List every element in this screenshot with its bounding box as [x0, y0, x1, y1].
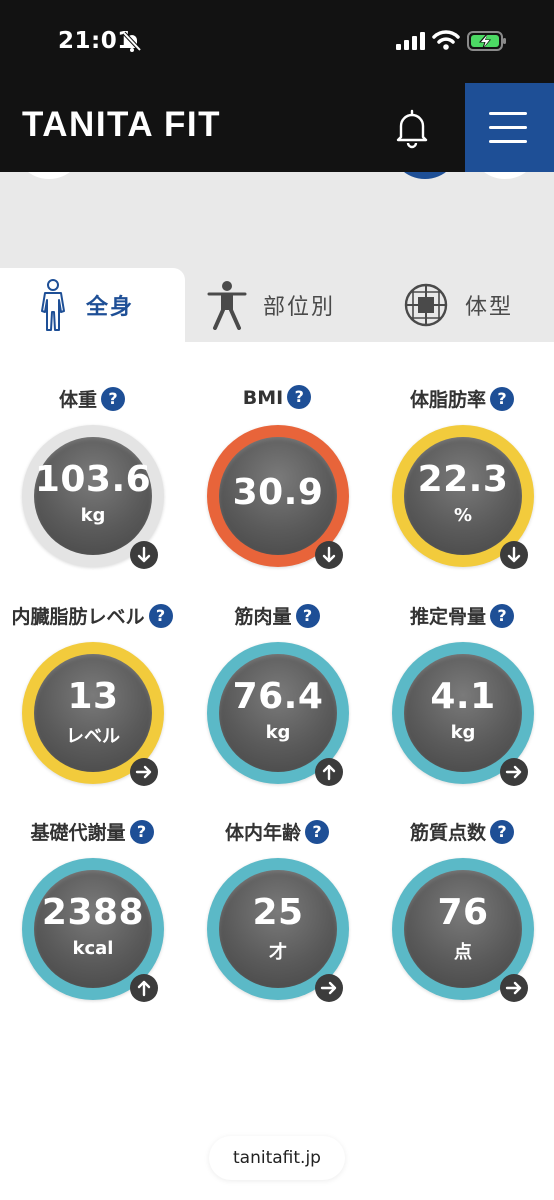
- metric-title: 筋肉量?: [185, 602, 369, 629]
- trend-right-arrow-icon: [130, 758, 158, 786]
- metric-value: 22.3: [417, 459, 509, 500]
- metric-title: 推定骨量?: [370, 602, 554, 629]
- trend-right-arrow-icon: [315, 974, 343, 1002]
- metric-card[interactable]: 基礎代謝量? 2388 kcal: [0, 818, 184, 1033]
- url-pill[interactable]: tanitafit.jp: [209, 1136, 345, 1180]
- metric-gauge-center: 4.1 kg: [404, 654, 522, 772]
- tab-body-parts[interactable]: 部位別: [207, 268, 347, 342]
- app-logo[interactable]: TANITA FIT: [22, 105, 221, 145]
- metric-unit: kg: [450, 722, 476, 743]
- metric-unit: %: [453, 505, 473, 526]
- body-type-grid-icon: [404, 283, 448, 327]
- wifi-icon: [432, 30, 460, 50]
- metric-gauge-center: 103.6 kg: [34, 437, 152, 555]
- metric-unit: kg: [265, 722, 291, 743]
- metric-title: 内臓脂肪レベル?: [0, 602, 184, 629]
- metric-card[interactable]: 筋肉量? 76.4 kg: [185, 602, 369, 817]
- metric-value: 76.4: [232, 676, 324, 717]
- metric-unit: kg: [80, 505, 106, 526]
- metric-value: 30.9: [232, 472, 324, 513]
- metric-title: BMI?: [185, 385, 369, 409]
- help-icon[interactable]: ?: [101, 387, 125, 411]
- status-bar: 21:01: [0, 0, 554, 83]
- metric-title: 体内年齢?: [185, 818, 369, 845]
- metric-card[interactable]: 体脂肪率? 22.3%: [370, 385, 554, 600]
- metric-card[interactable]: 体内年齢? 25 才: [185, 818, 369, 1033]
- help-icon[interactable]: ?: [287, 385, 312, 409]
- tab-whole-body[interactable]: 全身: [0, 268, 185, 342]
- hamburger-menu-button[interactable]: [465, 83, 554, 172]
- metric-unit: kcal: [72, 938, 114, 959]
- body-parts-icon: [207, 281, 247, 330]
- metric-title-text: 基礎代謝量: [30, 822, 126, 844]
- metric-value: 103.6: [34, 459, 152, 500]
- metric-card[interactable]: 内臓脂肪レベル? 13 レベル: [0, 602, 184, 817]
- metric-title: 筋質点数?: [370, 818, 554, 845]
- trend-right-arrow-icon: [500, 758, 528, 786]
- help-icon[interactable]: ?: [490, 387, 514, 411]
- app-header: TANITA FIT: [0, 83, 554, 172]
- metric-gauge-center: 30.9: [219, 437, 337, 555]
- metric-title: 基礎代謝量?: [0, 818, 184, 845]
- metric-title-text: 内臓脂肪レベル: [11, 606, 145, 628]
- bell-off-icon: [122, 31, 142, 52]
- metric-value: 25: [252, 892, 304, 933]
- metric-title-text: 体重: [58, 389, 97, 411]
- metric-gauge-center: 13 レベル: [34, 654, 152, 772]
- metric-gauge-center: 22.3%: [404, 437, 522, 555]
- notification-bell-icon[interactable]: [392, 107, 432, 149]
- metric-value: 13: [67, 676, 119, 717]
- metric-card[interactable]: 推定骨量? 4.1 kg: [370, 602, 554, 817]
- menu-line: [489, 112, 527, 115]
- tab-body-type[interactable]: 体型: [403, 268, 543, 342]
- cellular-signal-icon: [396, 32, 425, 50]
- trend-up-arrow-icon: [130, 974, 158, 1002]
- scrolled-button: [390, 172, 460, 179]
- tab-label: 体型: [465, 295, 514, 320]
- metric-title: 体脂肪率?: [370, 385, 554, 412]
- metric-value: 76: [437, 892, 489, 933]
- metric-title-text: 推定骨量: [409, 606, 486, 628]
- help-icon[interactable]: ?: [490, 604, 514, 628]
- help-icon[interactable]: ?: [129, 820, 154, 844]
- help-icon[interactable]: ?: [305, 820, 329, 844]
- scrolled-avatar: [14, 172, 84, 179]
- metric-title-text: 体脂肪率: [409, 389, 486, 411]
- trend-up-arrow-icon: [315, 758, 343, 786]
- metric-gauge-center: 25 才: [219, 870, 337, 988]
- metric-title-text: 筋質点数: [409, 822, 486, 844]
- metric-title: 体重?: [0, 385, 184, 412]
- whole-body-icon: [41, 279, 65, 331]
- metric-card[interactable]: 筋質点数? 76 点: [370, 818, 554, 1033]
- metric-unit: レベル: [66, 726, 120, 747]
- scrolled-button: [470, 172, 540, 179]
- metric-unit: 点: [454, 942, 472, 963]
- menu-line: [489, 140, 527, 143]
- metric-title-text: 筋肉量: [234, 606, 292, 628]
- trend-down-arrow-icon: [315, 541, 343, 569]
- metric-gauge-center: 76 点: [404, 870, 522, 988]
- trend-down-arrow-icon: [130, 541, 158, 569]
- metric-title-text: BMI: [242, 387, 284, 409]
- metric-value: 4.1: [430, 676, 496, 717]
- trend-down-arrow-icon: [500, 541, 528, 569]
- trend-right-arrow-icon: [500, 974, 528, 1002]
- battery-charging-icon: [467, 31, 506, 51]
- menu-line: [489, 126, 527, 129]
- metric-value: 2388: [41, 892, 145, 933]
- help-icon[interactable]: ?: [295, 604, 320, 628]
- help-icon[interactable]: ?: [490, 820, 514, 844]
- tab-label: 部位別: [263, 295, 336, 320]
- metric-gauge-center: 2388 kcal: [34, 870, 152, 988]
- metric-card[interactable]: 体重? 103.6 kg: [0, 385, 184, 600]
- metric-gauge-center: 76.4 kg: [219, 654, 337, 772]
- metric-unit: 才: [269, 942, 287, 963]
- help-icon[interactable]: ?: [148, 604, 173, 628]
- metric-card[interactable]: BMI? 30.9: [185, 385, 369, 600]
- metric-title-text: 体内年齢: [224, 822, 301, 844]
- tab-label: 全身: [86, 295, 135, 320]
